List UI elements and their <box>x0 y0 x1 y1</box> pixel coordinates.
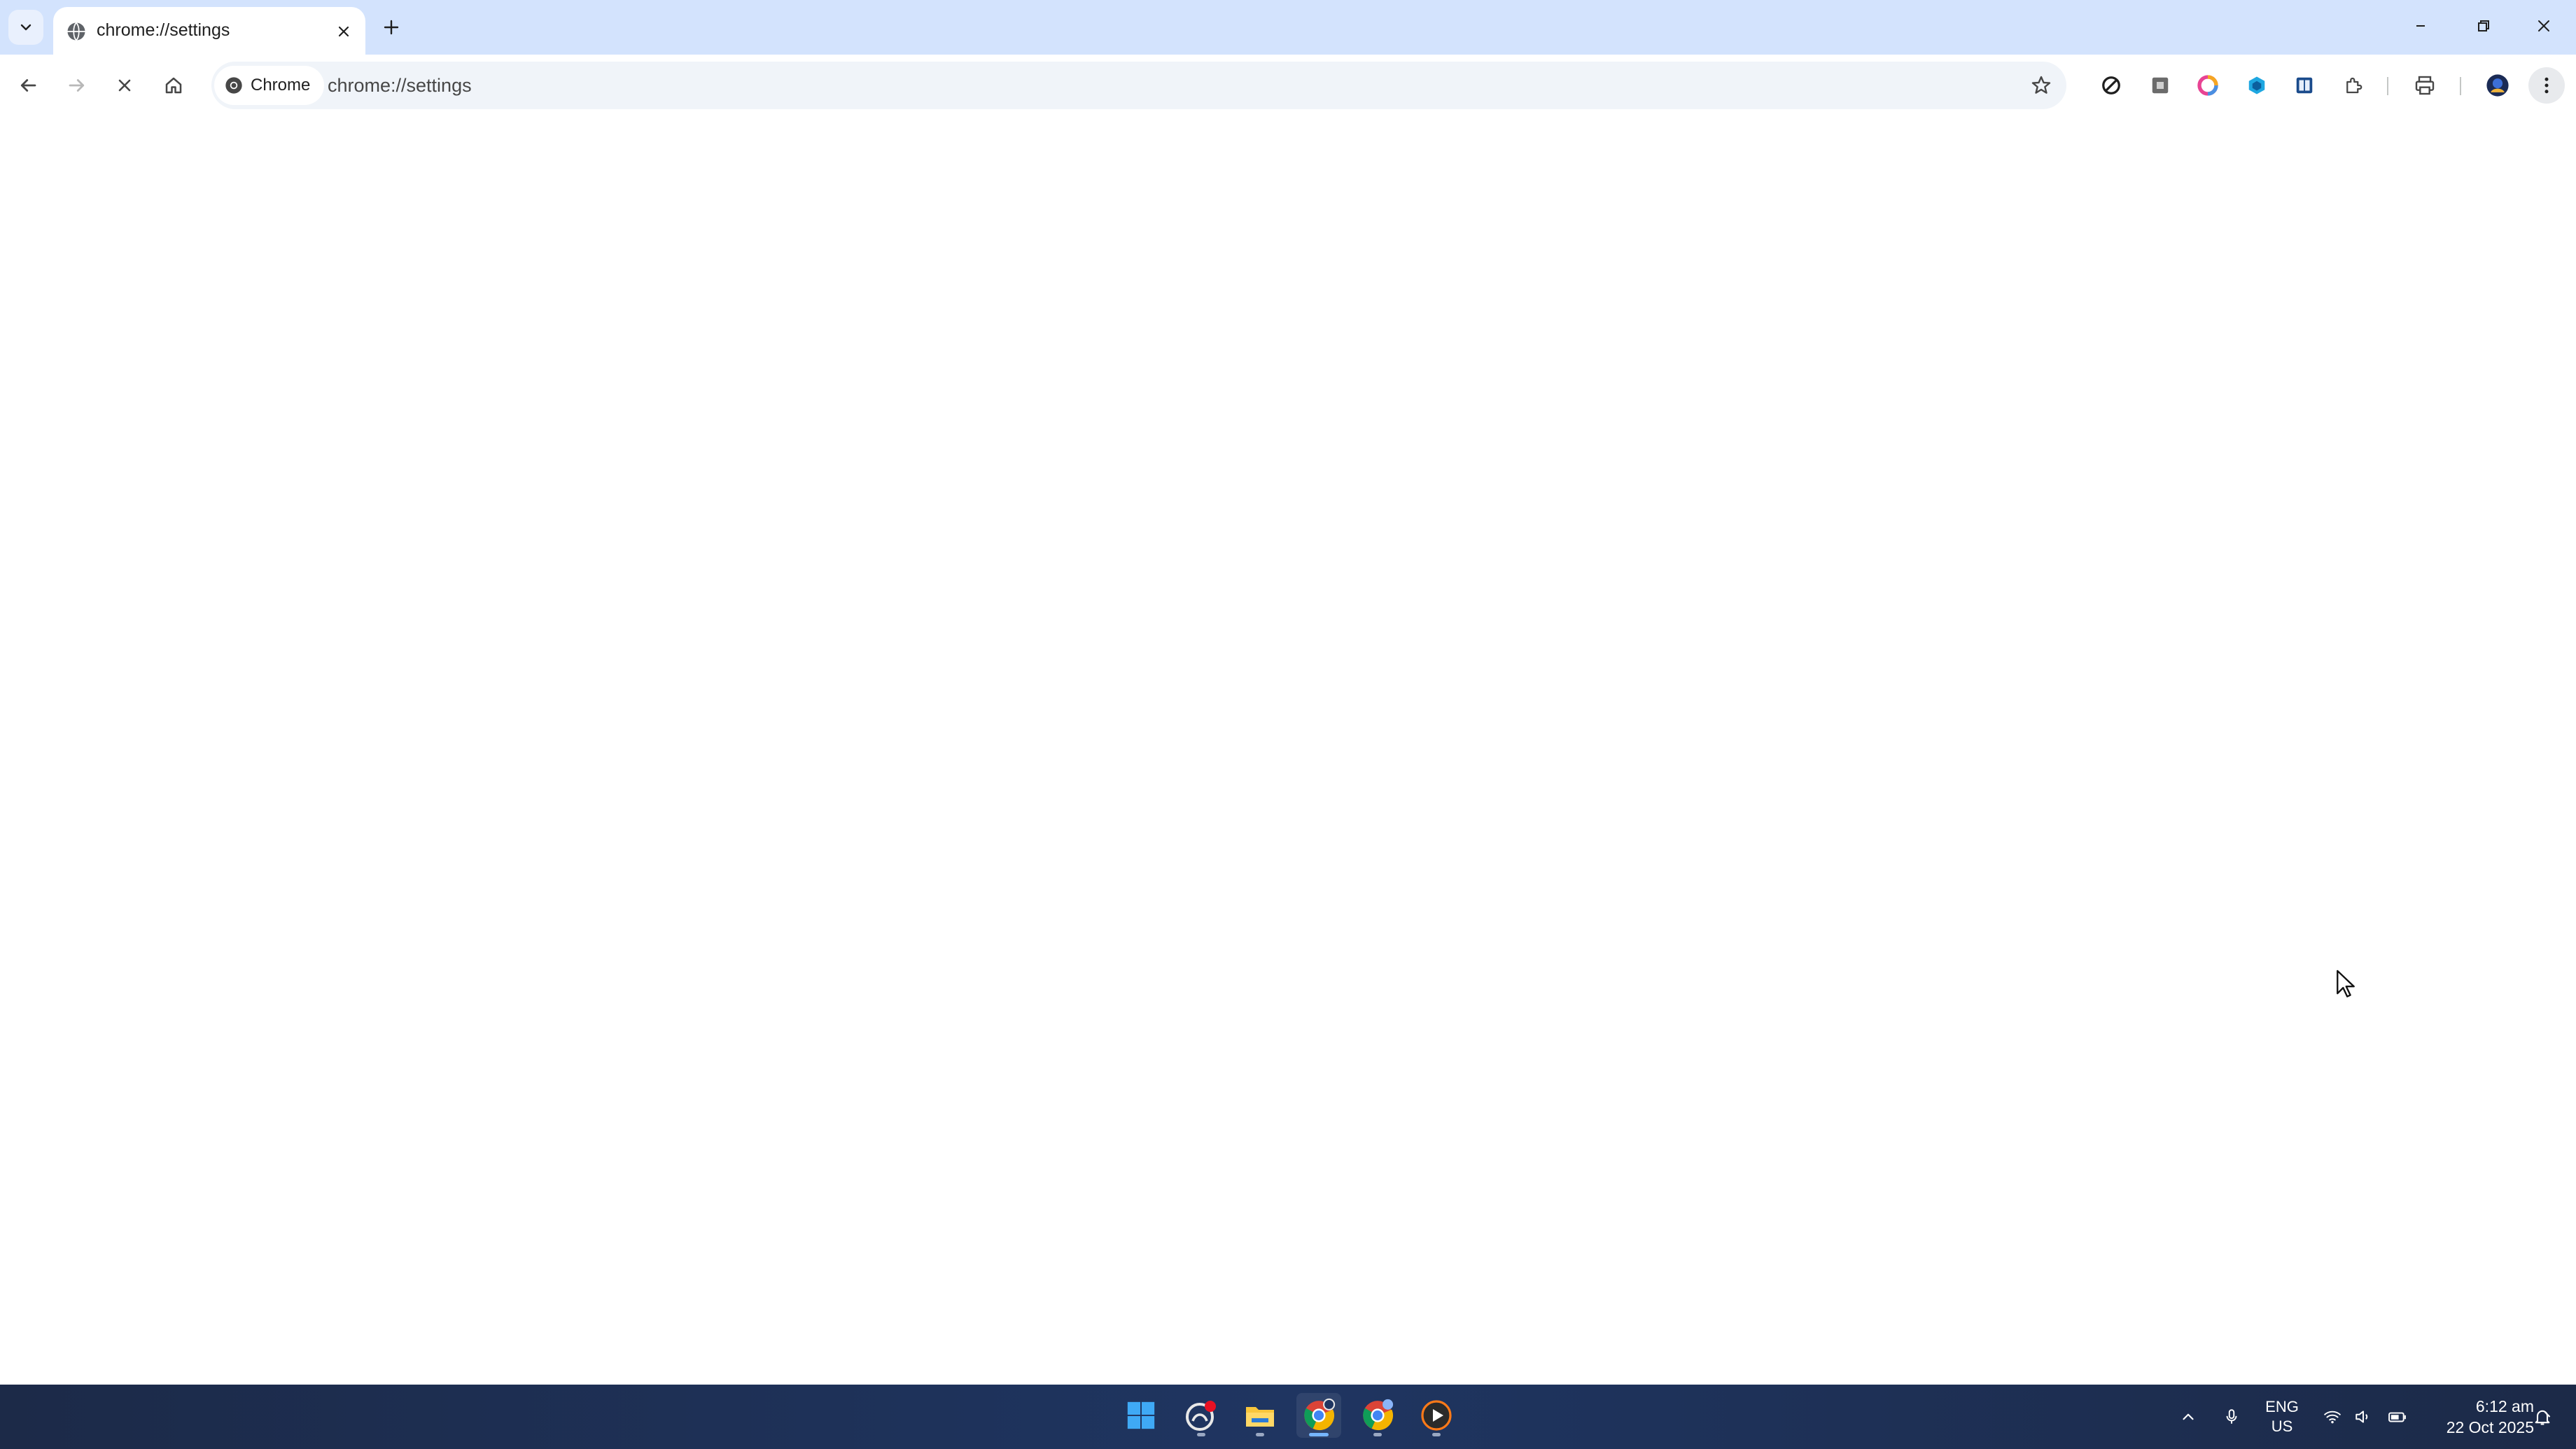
input-language-indicator[interactable]: ENG US <box>2261 1397 2303 1436</box>
close-icon <box>2538 20 2549 31</box>
forward-button[interactable] <box>59 67 95 104</box>
taskbar-app-notification[interactable] <box>1179 1393 1224 1438</box>
tab-strip: chrome://settings <box>0 0 2576 55</box>
site-info-chip[interactable]: Chrome <box>214 66 325 105</box>
bookmark-star-button[interactable] <box>2026 70 2057 101</box>
windows-start-icon <box>1127 1401 1155 1429</box>
taskbar-file-explorer[interactable] <box>1238 1393 1282 1438</box>
omnibox[interactable]: Chrome chrome://settings <box>211 62 2066 109</box>
volume-icon <box>2356 1410 2368 1423</box>
screen: chrome://settings Chrome chrome://settin… <box>0 0 2576 1449</box>
new-tab-button[interactable] <box>378 14 405 41</box>
home-button[interactable] <box>155 67 192 104</box>
close-icon <box>118 79 131 92</box>
puzzle-icon <box>2346 77 2362 94</box>
chip-label: Chrome <box>251 76 311 94</box>
extension-book-icon <box>2296 77 2313 94</box>
menu-button[interactable] <box>2528 67 2565 104</box>
mouse-cursor-icon <box>2337 969 2355 997</box>
profile-button[interactable] <box>2479 67 2516 104</box>
battery-icon <box>2388 1412 2406 1422</box>
notifications-button[interactable] <box>2528 1385 2556 1449</box>
file-explorer-icon <box>1246 1407 1274 1427</box>
taskbar: ENG US 6:12 am 22 Oct 2025 <box>0 1385 2576 1449</box>
restore-icon <box>2478 20 2489 31</box>
block-icon <box>2102 76 2120 94</box>
running-indicator <box>1197 1433 1205 1436</box>
print-button[interactable] <box>2407 67 2443 104</box>
chrome-logo-icon <box>225 77 242 94</box>
close-icon <box>338 26 349 37</box>
tab-title: chrome://settings <box>97 20 230 40</box>
stop-loading-button[interactable] <box>106 67 143 104</box>
show-hidden-icons-button[interactable] <box>2174 1385 2202 1449</box>
taskbar-media-player[interactable] <box>1414 1393 1459 1438</box>
chevron-up-icon <box>2183 1413 2194 1420</box>
home-icon <box>165 77 182 94</box>
tab-active[interactable]: chrome://settings <box>53 7 365 55</box>
toolbar-separator <box>2460 77 2461 95</box>
print-icon <box>2415 76 2435 95</box>
notification-bell-icon <box>2535 1410 2551 1425</box>
running-indicator <box>1373 1433 1382 1436</box>
taskbar-chrome-active[interactable] <box>1296 1393 1341 1438</box>
page-content <box>0 116 2576 1385</box>
extension-gray-icon <box>2152 77 2169 94</box>
clock-date: 22 Oct 2025 <box>2446 1418 2534 1436</box>
arrow-back-icon <box>20 79 36 92</box>
extensions-menu-button[interactable] <box>2335 67 2372 104</box>
extension-blue-icon <box>2248 76 2265 94</box>
app-notification-icon <box>1186 1401 1216 1431</box>
minimize-icon <box>2416 25 2425 27</box>
start-button[interactable] <box>1119 1393 1163 1438</box>
restore-button[interactable] <box>2463 8 2505 43</box>
more-vert-icon <box>2544 77 2549 94</box>
language-code: ENG <box>2265 1398 2299 1415</box>
plus-icon <box>384 20 399 35</box>
clock[interactable]: 6:12 am 22 Oct 2025 <box>2422 1396 2534 1438</box>
chrome-badge-icon <box>1363 1399 1394 1431</box>
microphone-button[interactable] <box>2218 1385 2246 1449</box>
clock-time: 6:12 am <box>2475 1397 2534 1415</box>
url-text[interactable]: chrome://settings <box>328 75 472 97</box>
extension-book-button[interactable] <box>2286 67 2323 104</box>
tab-close-button[interactable] <box>333 21 354 42</box>
wifi-status[interactable] <box>2320 1385 2345 1449</box>
close-window-button[interactable] <box>2523 8 2565 43</box>
wifi-icon <box>2324 1410 2341 1424</box>
taskbar-chrome-second[interactable] <box>1355 1393 1400 1438</box>
region-code: US <box>2271 1418 2293 1435</box>
minimize-button[interactable] <box>2400 8 2442 43</box>
battery-status[interactable] <box>2384 1385 2411 1449</box>
star-icon <box>2031 76 2051 94</box>
extension-block-button[interactable] <box>2093 67 2129 104</box>
extension-color-ring-icon <box>2197 75 2218 96</box>
chevron-down-icon <box>20 24 31 31</box>
volume-status[interactable] <box>2351 1385 2376 1449</box>
running-indicator <box>1256 1433 1264 1436</box>
tab-search-button[interactable] <box>8 10 43 45</box>
microphone-icon <box>2226 1409 2237 1424</box>
arrow-forward-icon <box>69 79 85 92</box>
toolbar: Chrome chrome://settings <box>0 55 2576 118</box>
globe-icon <box>67 22 85 41</box>
toolbar-separator <box>2387 77 2388 95</box>
profile-avatar-icon <box>2486 74 2509 97</box>
extension-gray-button[interactable] <box>2142 67 2178 104</box>
running-indicator <box>1309 1433 1329 1436</box>
extension-color-ring-button[interactable] <box>2190 67 2226 104</box>
extension-blue-button[interactable] <box>2239 67 2275 104</box>
chrome-icon <box>1304 1398 1336 1431</box>
running-indicator <box>1432 1433 1441 1436</box>
back-button[interactable] <box>10 67 46 104</box>
media-player-icon <box>1421 1400 1452 1431</box>
